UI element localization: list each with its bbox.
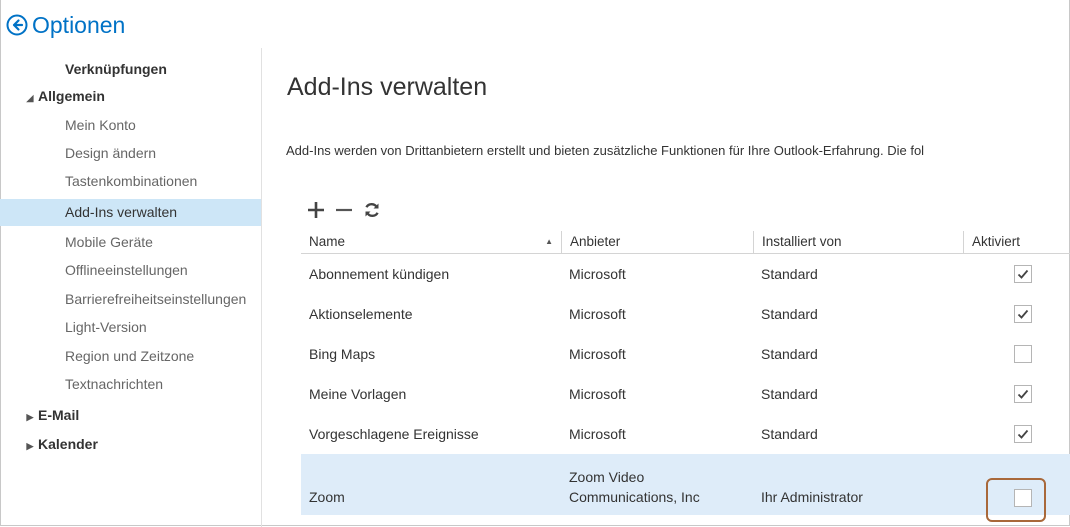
cell-installed-by: Ihr Administrator	[761, 489, 863, 505]
table-header: Name ▲ Anbieter Installiert von Aktivier…	[301, 231, 1070, 254]
sidebar-item[interactable]: Design ändern	[0, 140, 261, 167]
addins-table: Name ▲ Anbieter Installiert von Aktivier…	[301, 231, 1070, 515]
cell-name: Bing Maps	[309, 346, 376, 362]
checkmark-icon	[1017, 269, 1029, 279]
add-addin-button[interactable]	[302, 200, 330, 220]
checkmark-icon	[1017, 389, 1029, 399]
cell-enabled	[1006, 254, 1046, 294]
table-row[interactable]: Vorgeschlagene Ereignisse Microsoft Standa…	[301, 414, 1070, 454]
refresh-button[interactable]	[358, 200, 386, 220]
sidebar-item[interactable]: Add-Ins verwalten	[0, 199, 261, 226]
cell-installed-by: Standard	[761, 306, 818, 322]
column-header-label: Aktiviert	[972, 234, 1021, 249]
cell-name: Aktionselemente	[309, 306, 413, 322]
column-header-label: Name	[309, 234, 346, 249]
sidebar-item[interactable]: ▶ E-Mail	[0, 402, 261, 429]
sidebar-item[interactable]: Tastenkombinationen	[0, 168, 261, 195]
column-header-label: Anbieter	[570, 234, 621, 249]
sidebar-item-label: Mobile Geräte	[65, 234, 153, 250]
enabled-checkbox[interactable]	[1014, 305, 1032, 323]
expand-arrow-icon: ▶	[26, 412, 34, 422]
sidebar-item-label: Offlineeinstellungen	[65, 262, 188, 278]
table-row[interactable]: Meine Vorlagen Microsoft Standard	[301, 374, 1070, 414]
refresh-icon	[365, 203, 379, 217]
cell-installed-by: Standard	[761, 386, 818, 402]
cell-enabled	[1006, 294, 1046, 334]
sidebar-item[interactable]: Light-Version	[0, 314, 261, 341]
table-body: Abonnement kündigen Microsoft Standard Akti…	[301, 254, 1070, 515]
sidebar-item-label: Verknüpfungen	[65, 61, 167, 77]
cell-installed-by: Standard	[761, 266, 818, 282]
enabled-checkbox[interactable]	[1014, 425, 1032, 443]
cell-enabled	[1006, 334, 1046, 374]
expand-arrow-icon: ▶	[26, 441, 34, 451]
highlight-annotation	[986, 478, 1046, 522]
sidebar-item[interactable]: ▶ Kalender	[0, 431, 261, 458]
cell-provider: Microsoft	[569, 266, 626, 282]
remove-addin-button[interactable]	[330, 200, 358, 220]
sidebar-item-label: Kalender	[38, 436, 98, 452]
addins-toolbar	[302, 200, 386, 220]
column-header-provider[interactable]: Anbieter	[561, 231, 753, 253]
column-header-installed-by[interactable]: Installiert von	[753, 231, 963, 253]
sidebar-item-label: Design ändern	[65, 145, 157, 161]
column-header-name[interactable]: Name ▲	[301, 231, 561, 253]
table-row[interactable]: Zoom Zoom Video Communications, Inc Ihr Ad…	[301, 454, 1070, 515]
sidebar-item-label: Barrierefreiheitseinstellungen	[65, 291, 247, 307]
plus-icon	[308, 202, 324, 218]
table-row[interactable]: Aktionselemente Microsoft Standard	[301, 294, 1070, 334]
collapse-arrow-icon: ◢	[26, 93, 34, 103]
sidebar-item[interactable]: Region und Zeitzone	[0, 343, 261, 370]
cell-name: Abonnement kündigen	[309, 266, 450, 282]
main-panel: Add-Ins verwalten Add-Ins werden von Dri…	[262, 48, 1070, 527]
header-title: Optionen	[32, 11, 126, 38]
sidebar-item[interactable]: ◢ Allgemein	[0, 83, 261, 110]
cell-installed-by: Standard	[761, 426, 818, 442]
cell-provider: Microsoft	[569, 386, 626, 402]
sidebar-nav: Verknüpfungen ◢ Allgemein Mein Konto Design …	[0, 48, 262, 527]
enabled-checkbox[interactable]	[1014, 385, 1032, 403]
column-header-enabled[interactable]: Aktiviert	[963, 231, 1070, 253]
back-arrow-icon[interactable]	[6, 14, 28, 36]
sidebar-item-label: Textnachrichten	[65, 376, 164, 392]
sidebar-item-label: E-Mail	[38, 407, 80, 423]
minus-icon	[336, 208, 352, 212]
cell-installed-by: Standard	[761, 346, 818, 362]
cell-enabled	[1006, 374, 1046, 414]
intro-text: Add-Ins werden von Drittanbietern erstel…	[286, 143, 925, 158]
sidebar-item-label: Light-Version	[65, 319, 147, 335]
sidebar-item-label: Allgemein	[38, 88, 105, 104]
sidebar-item[interactable]: Barrierefreiheitseinstellungen	[0, 286, 261, 313]
cell-name: Vorgeschlagene Ereignisse	[309, 426, 479, 442]
sidebar-item[interactable]: Verknüpfungen	[0, 56, 261, 83]
sidebar-item-label: Mein Konto	[65, 117, 136, 133]
page-title: Add-Ins verwalten	[287, 73, 488, 101]
header: Optionen	[6, 10, 125, 40]
cell-provider: Microsoft	[569, 306, 626, 322]
sidebar-item-label: Tastenkombinationen	[65, 173, 198, 189]
sidebar-item[interactable]: Mobile Geräte	[0, 229, 261, 256]
cell-name: Zoom	[309, 489, 345, 505]
cell-provider: Zoom Video Communications, Inc	[569, 469, 700, 505]
table-row[interactable]: Abonnement kündigen Microsoft Standard	[301, 254, 1070, 294]
cell-enabled	[1006, 414, 1046, 454]
checkmark-icon	[1017, 429, 1029, 439]
cell-provider: Microsoft	[569, 426, 626, 442]
cell-provider: Microsoft	[569, 346, 626, 362]
sidebar-item-label: Add-Ins verwalten	[65, 204, 178, 220]
sidebar-item[interactable]: Offlineeinstellungen	[0, 257, 261, 284]
column-header-label: Installiert von	[762, 234, 842, 249]
table-row[interactable]: Bing Maps Microsoft Standard	[301, 334, 1070, 374]
sort-ascending-icon: ▲	[545, 237, 553, 246]
sidebar-item-label: Region und Zeitzone	[65, 348, 195, 364]
sidebar-item[interactable]: Textnachrichten	[0, 371, 261, 398]
sidebar-item[interactable]: Mein Konto	[0, 112, 261, 139]
enabled-checkbox[interactable]	[1014, 345, 1032, 363]
cell-name: Meine Vorlagen	[309, 386, 407, 402]
checkmark-icon	[1017, 309, 1029, 319]
enabled-checkbox[interactable]	[1014, 265, 1032, 283]
